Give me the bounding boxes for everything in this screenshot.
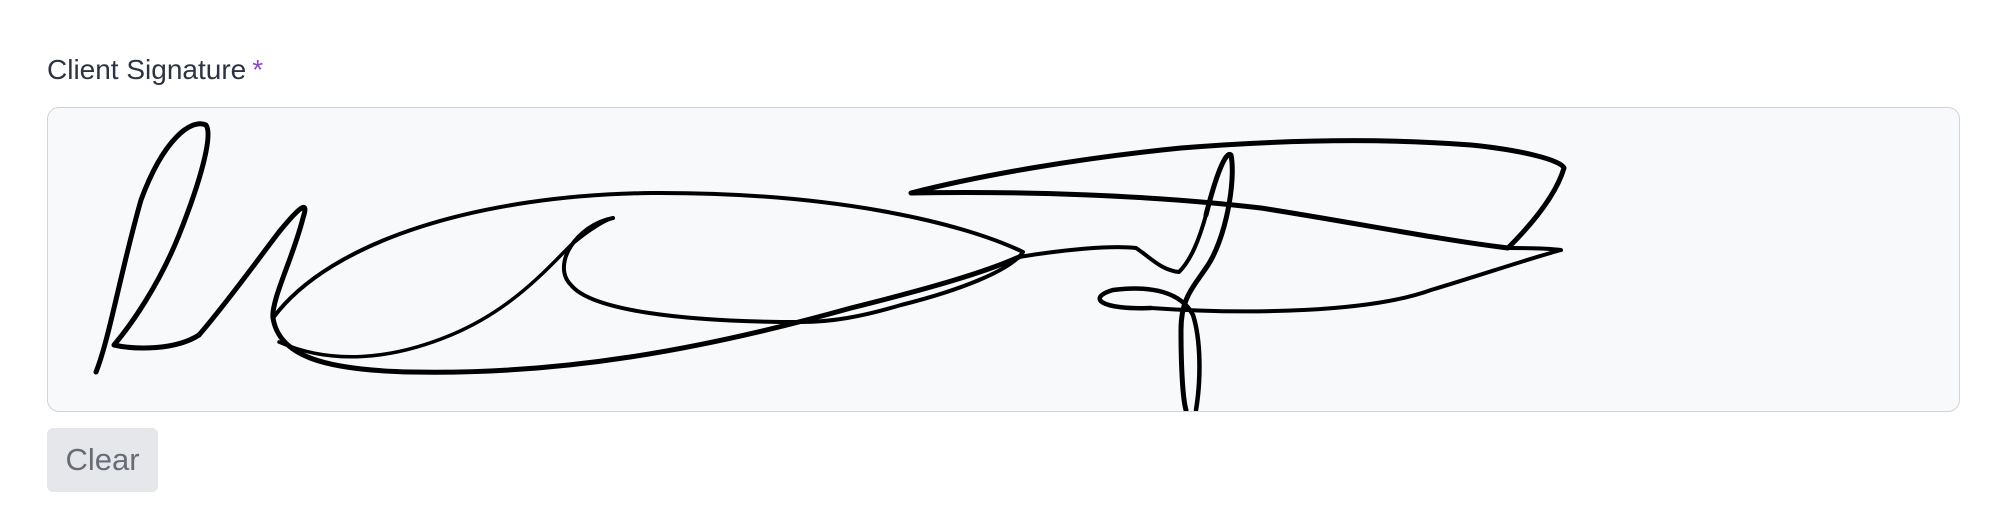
- signature-stroke-3: [271, 190, 1025, 324]
- signature-stroke-5: [1017, 213, 1208, 274]
- required-asterisk: *: [252, 54, 264, 85]
- signature-stroke-2: [196, 204, 1022, 375]
- signature-stroke-6: [1178, 151, 1235, 411]
- signature-stroke-4: [277, 216, 615, 359]
- signature-drawing: [93, 121, 1567, 411]
- signature-field: Client Signature * Clear: [47, 50, 1960, 492]
- signature-stroke-8: [908, 138, 1567, 251]
- field-label-text: Client Signature: [47, 54, 247, 85]
- field-label: Client Signature *: [47, 50, 1960, 90]
- clear-button[interactable]: Clear: [47, 428, 158, 492]
- signature-pad[interactable]: [47, 107, 1960, 412]
- signature-stroke-1: [93, 121, 211, 375]
